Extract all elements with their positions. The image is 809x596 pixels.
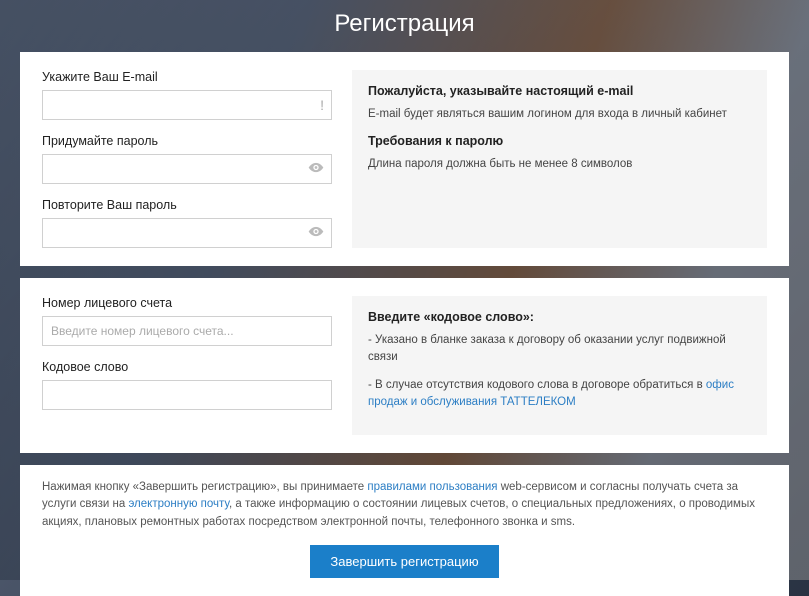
password-repeat-label: Повторите Ваш пароль: [42, 198, 332, 212]
password-repeat-input[interactable]: [42, 218, 332, 248]
info-heading-password: Требования к паролю: [368, 134, 751, 148]
password-input[interactable]: [42, 154, 332, 184]
info-heading-email: Пожалуйста, указывайте настоящий e-mail: [368, 84, 751, 98]
codeword-info-bullet2: - В случае отсутствия кодового слова в д…: [368, 377, 751, 412]
email-label: Укажите Ваш E-mail: [42, 70, 332, 84]
account-info: Введите «кодовое слово»: - Указано в бла…: [352, 296, 767, 435]
info-text-password: Длина пароля должна быть не менее 8 симв…: [368, 156, 751, 172]
codeword-input[interactable]: [42, 380, 332, 410]
terms-link-rules[interactable]: правилами пользования: [367, 481, 497, 493]
page-title: Регистрация: [0, 0, 809, 52]
password-label: Придумайте пароль: [42, 134, 332, 148]
account-panel: Номер лицевого счета Кодовое слово Введи…: [20, 278, 789, 453]
account-label: Номер лицевого счета: [42, 296, 332, 310]
terms-text: Нажимая кнопку «Завершить регистрацию», …: [42, 479, 767, 531]
email-input[interactable]: [42, 90, 332, 120]
codeword-info-heading: Введите «кодовое слово»:: [368, 310, 751, 324]
info-text-email: E-mail будет являться вашим логином для …: [368, 106, 751, 122]
terms-link-email[interactable]: электронную почту: [128, 498, 229, 510]
credentials-panel: Укажите Ваш E-mail ! Придумайте пароль П…: [20, 52, 789, 266]
account-input[interactable]: [42, 316, 332, 346]
codeword-label: Кодовое слово: [42, 360, 332, 374]
terms-panel: Нажимая кнопку «Завершить регистрацию», …: [20, 465, 789, 596]
terms-prefix: Нажимая кнопку «Завершить регистрацию», …: [42, 481, 367, 493]
credentials-info: Пожалуйста, указывайте настоящий e-mail …: [352, 70, 767, 248]
codeword-info-bullet1: - Указано в бланке заказа к договору об …: [368, 332, 751, 367]
submit-button[interactable]: Завершить регистрацию: [310, 545, 498, 578]
codeword-bullet2-prefix: - В случае отсутствия кодового слова в д…: [368, 379, 706, 391]
